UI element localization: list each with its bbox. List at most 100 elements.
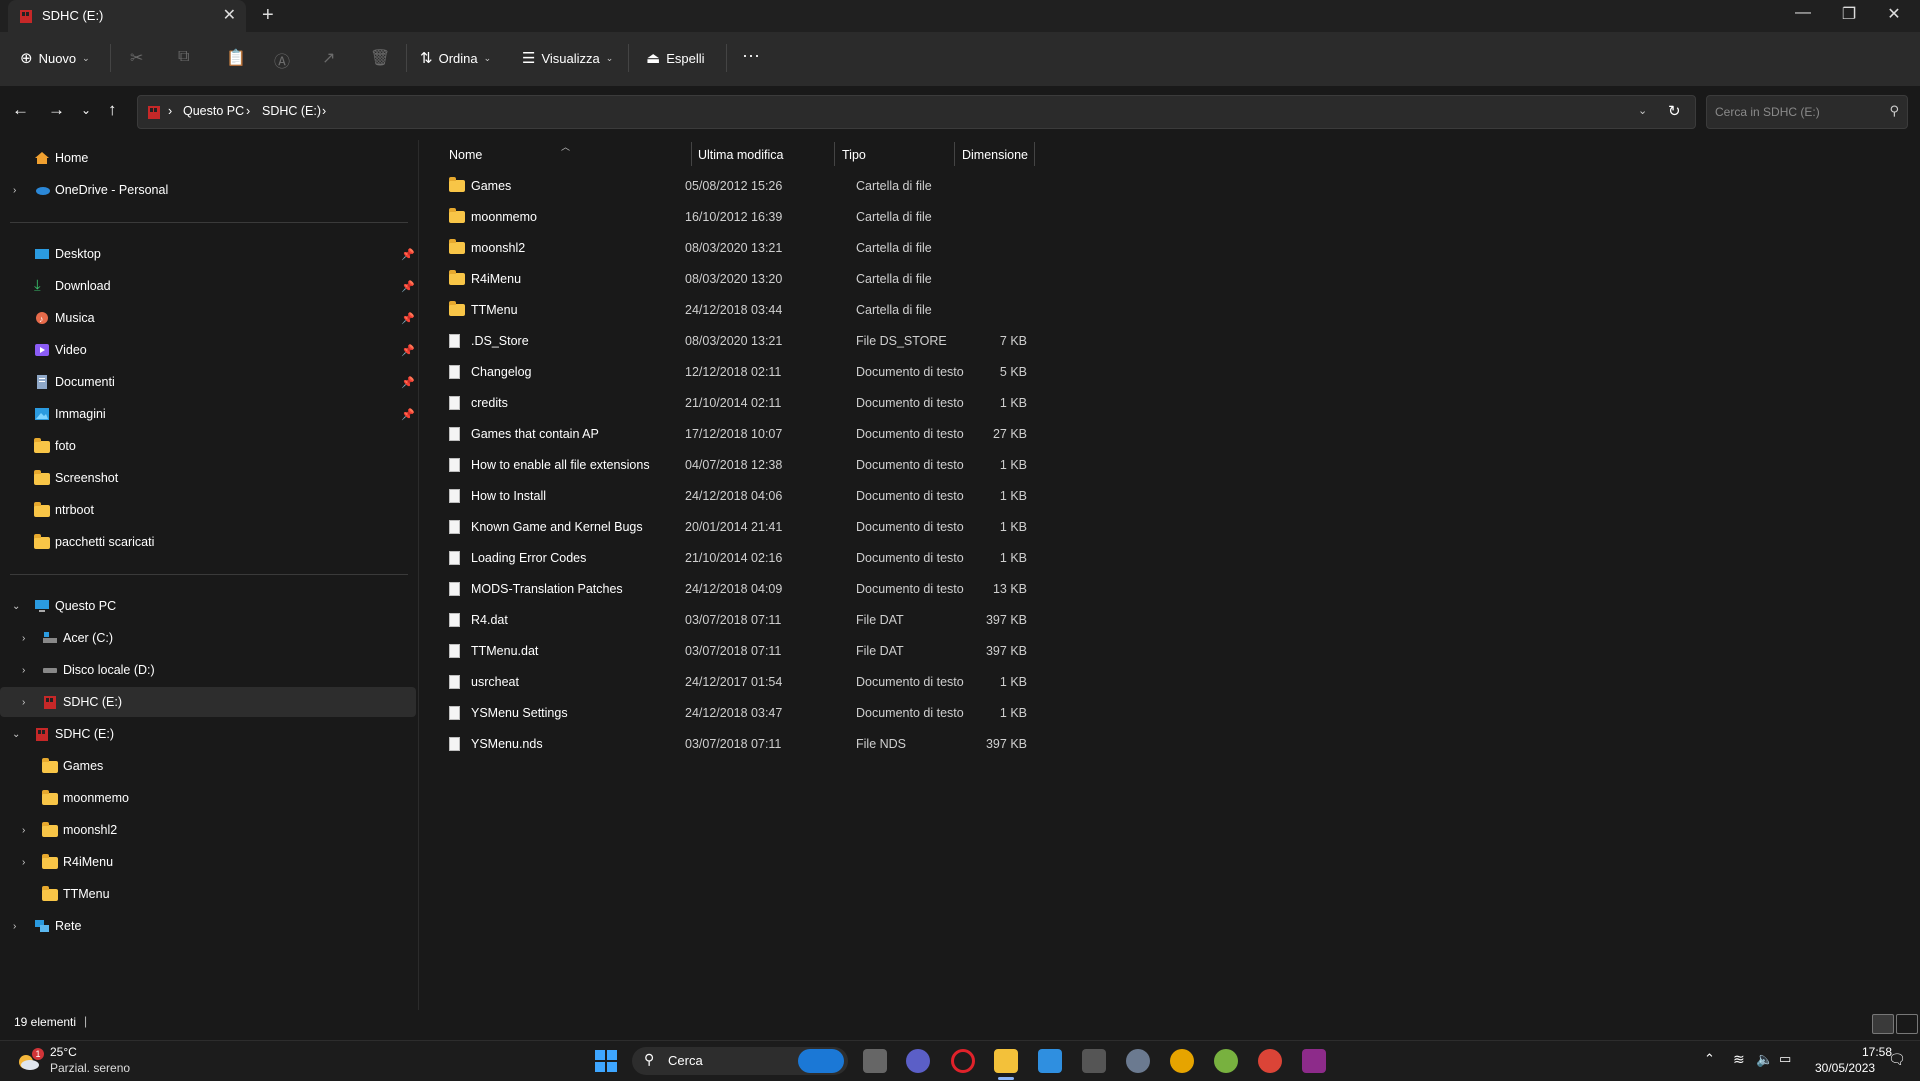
file-row[interactable]: usrcheat 24/12/2017 01:54 Documento di tes… [433, 668, 1433, 698]
nav-this-pc[interactable]: ⌄ Questo PC [0, 591, 416, 621]
nav-sdhc-moonmemo[interactable]: moonmemo [0, 783, 416, 813]
file-row[interactable]: Changelog 12/12/2018 02:11 Documento di te… [433, 358, 1433, 388]
file-row[interactable]: R4iMenu 08/03/2020 13:20 Cartella di file [433, 265, 1433, 295]
nav-video[interactable]: Video 📌 [0, 335, 416, 365]
app-icon[interactable] [1082, 1049, 1106, 1073]
file-row[interactable]: YSMenu.nds 03/07/2018 07:11 File NDS 397 KB [433, 730, 1433, 760]
close-button[interactable]: ✕ [1874, 4, 1914, 24]
details-view-icon[interactable] [1872, 1014, 1894, 1034]
rename-icon[interactable]: Ⓐ [274, 48, 290, 72]
chevron-down-icon[interactable]: ⌄ [12, 601, 20, 612]
weather-description[interactable]: Parzial. sereno [50, 1061, 130, 1075]
file-row[interactable]: How to enable all file extensions 04/07/2… [433, 451, 1433, 481]
delete-icon[interactable]: 🗑 [370, 48, 390, 68]
bing-icon[interactable] [798, 1049, 844, 1073]
opera-icon[interactable] [951, 1049, 975, 1073]
nav-pacchetti[interactable]: pacchetti scaricati [0, 527, 416, 557]
file-row[interactable]: Known Game and Kernel Bugs 20/01/2014 21:… [433, 513, 1433, 543]
pin-icon[interactable]: 📌 [401, 344, 415, 357]
minimize-button[interactable]: — [1783, 4, 1823, 22]
file-row[interactable]: TTMenu.dat 03/07/2018 07:11 File DAT 397 KB [433, 637, 1433, 667]
nav-home[interactable]: Home [0, 143, 416, 173]
file-explorer-icon[interactable] [994, 1049, 1018, 1073]
view-button[interactable]: ☰ Visualizza ⌄ [522, 49, 613, 67]
file-row[interactable]: MODS-Translation Patches 24/12/2018 04:09… [433, 575, 1433, 605]
file-row[interactable]: moonmemo 16/10/2012 16:39 Cartella di file [433, 203, 1433, 233]
more-options-button[interactable]: ··· [742, 45, 760, 66]
winrar-icon[interactable] [1302, 1049, 1326, 1073]
up-icon[interactable]: ↑ [108, 100, 117, 120]
weather-icon[interactable]: 1 [16, 1048, 44, 1072]
sort-button[interactable]: ⇅ Ordina ⌄ [420, 49, 491, 67]
breadcrumb-separator[interactable]: › [322, 104, 326, 118]
utorrent-icon[interactable] [1214, 1049, 1238, 1073]
task-view-icon[interactable] [863, 1049, 887, 1073]
nav-sdhc-ttmenu[interactable]: TTMenu [0, 879, 416, 909]
pin-icon[interactable]: 📌 [401, 248, 415, 261]
file-row[interactable]: How to Install 24/12/2018 04:06 Documento … [433, 482, 1433, 512]
breadcrumb-separator[interactable]: › [246, 104, 250, 118]
address-history-icon[interactable]: ⌄ [1638, 104, 1647, 117]
tab-close-icon[interactable]: ✕ [223, 5, 236, 25]
start-icon[interactable] [594, 1049, 618, 1073]
teams-icon[interactable] [906, 1049, 930, 1073]
column-resize-handle[interactable] [1034, 142, 1035, 166]
search-input[interactable]: Cerca in SDHC (E:) ⚲ [1706, 95, 1908, 129]
nav-foto[interactable]: foto [0, 431, 416, 461]
pin-icon[interactable]: 📌 [401, 280, 415, 293]
nav-drive-d[interactable]: › Disco locale (D:) [0, 655, 416, 685]
nav-documents[interactable]: Documenti 📌 [0, 367, 416, 397]
nav-sdhc-moonshl2[interactable]: › moonshl2 [0, 815, 416, 845]
file-row[interactable]: Loading Error Codes 21/10/2014 02:16 Docum… [433, 544, 1433, 574]
file-row[interactable]: Games 05/08/2012 15:26 Cartella di file [433, 172, 1433, 202]
pin-icon[interactable]: 📌 [401, 312, 415, 325]
back-icon[interactable]: ← [12, 100, 29, 120]
copy-icon[interactable]: ⧉ [178, 48, 189, 66]
wifi-icon[interactable]: ≋ [1733, 1051, 1745, 1068]
chrome-canary-icon[interactable] [1170, 1049, 1194, 1073]
chevron-right-icon[interactable]: › [13, 921, 16, 932]
file-row[interactable]: R4.dat 03/07/2018 07:11 File DAT 397 KB [433, 606, 1433, 636]
file-row[interactable]: YSMenu Settings 24/12/2018 03:47 Documento… [433, 699, 1433, 729]
share-icon[interactable]: ↗ [322, 48, 335, 68]
forward-icon[interactable]: → [48, 100, 65, 120]
taskbar-search[interactable]: ⚲ Cerca [632, 1047, 848, 1075]
column-name[interactable]: Nome [449, 148, 482, 162]
column-resize-handle[interactable] [954, 142, 955, 166]
column-resize-handle[interactable] [834, 142, 835, 166]
file-row[interactable]: TTMenu 24/12/2018 03:44 Cartella di file [433, 296, 1433, 326]
nav-music[interactable]: ♪ Musica 📌 [0, 303, 416, 333]
file-row[interactable]: moonshl2 08/03/2020 13:21 Cartella di file [433, 234, 1433, 264]
breadcrumb-questo-pc[interactable]: Questo PC [183, 104, 244, 118]
pin-icon[interactable]: 📌 [401, 376, 415, 389]
chevron-right-icon[interactable]: › [22, 697, 25, 708]
nav-drive-e[interactable]: › SDHC (E:) [0, 687, 416, 717]
nav-network[interactable]: › Rete [0, 911, 416, 941]
nav-desktop[interactable]: Desktop 📌 [0, 239, 416, 269]
nav-download[interactable]: ⤓ Download 📌 [0, 271, 416, 301]
pin-icon[interactable]: 📌 [401, 408, 415, 421]
tab-sdhc[interactable]: SDHC (E:) ✕ [8, 0, 246, 32]
nav-screenshot[interactable]: Screenshot [0, 463, 416, 493]
file-row[interactable]: Games that contain AP 17/12/2018 10:07 Doc… [433, 420, 1433, 450]
store-icon[interactable] [1038, 1049, 1062, 1073]
column-size[interactable]: Dimensione [962, 148, 1028, 162]
nav-pictures[interactable]: Immagini 📌 [0, 399, 416, 429]
nav-ntrboot[interactable]: ntrboot [0, 495, 416, 525]
clock-date[interactable]: 30/05/2023 [1815, 1061, 1875, 1075]
tiles-view-icon[interactable] [1896, 1014, 1918, 1034]
nav-sdhc[interactable]: ⌄ SDHC (E:) [0, 719, 416, 749]
eject-button[interactable]: ⏏ Espelli [646, 49, 704, 67]
breadcrumb-sdhc[interactable]: SDHC (E:) [262, 104, 321, 118]
chevron-up-icon[interactable]: ⌃ [1704, 1051, 1715, 1067]
chevron-right-icon[interactable]: › [22, 857, 25, 868]
breadcrumb-separator[interactable]: › [168, 104, 172, 118]
refresh-icon[interactable]: ↻ [1668, 102, 1681, 120]
settings-icon[interactable] [1126, 1049, 1150, 1073]
chevron-right-icon[interactable]: › [22, 665, 25, 676]
nav-onedrive[interactable]: › OneDrive - Personal [0, 175, 416, 205]
chevron-right-icon[interactable]: › [22, 633, 25, 644]
new-tab-button[interactable]: + [262, 4, 274, 27]
column-type[interactable]: Tipo [842, 148, 866, 162]
nav-sdhc-r4imenu[interactable]: › R4iMenu [0, 847, 416, 877]
